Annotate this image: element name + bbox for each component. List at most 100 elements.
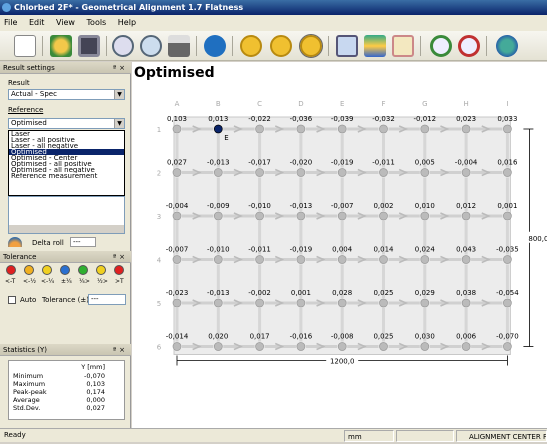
reference-select[interactable]: Optimised ▼ bbox=[8, 118, 125, 129]
layers-icon[interactable] bbox=[364, 35, 386, 57]
measurement-point bbox=[337, 168, 347, 177]
grid-value: 0,013 bbox=[208, 115, 228, 123]
open-icon[interactable] bbox=[50, 35, 72, 57]
pane-controls[interactable]: ª× bbox=[113, 62, 128, 74]
menu-view[interactable]: View bbox=[56, 15, 75, 31]
chevron-down-icon[interactable]: ▼ bbox=[114, 90, 124, 99]
dim-icon[interactable] bbox=[240, 35, 262, 57]
toolbar-separator bbox=[106, 36, 107, 56]
grid-value: 0,025 bbox=[373, 333, 393, 341]
delta-roll-icon bbox=[8, 237, 22, 247]
row-label: 4 bbox=[157, 257, 162, 265]
auto-checkbox[interactable] bbox=[8, 296, 16, 304]
measurement-point bbox=[379, 255, 388, 264]
globe-icon[interactable] bbox=[496, 35, 518, 57]
measurement-point bbox=[172, 168, 182, 177]
grid-value: -0,004 bbox=[166, 202, 189, 210]
pane-controls[interactable]: ª× bbox=[113, 251, 128, 263]
measurement-point bbox=[213, 298, 223, 308]
menu-file[interactable]: File bbox=[4, 15, 17, 31]
grid-value: 0,002 bbox=[373, 202, 393, 210]
measurement-point bbox=[255, 124, 264, 134]
measurement-point bbox=[420, 168, 430, 177]
statistics-col-header: Y [mm] bbox=[81, 363, 105, 371]
reference-dropdown: Laser Laser - all positive Laser - all n… bbox=[8, 130, 125, 196]
status-bar: Ready mm ALIGNMENT CENTER Fla bbox=[0, 428, 547, 442]
grid-value: -0,002 bbox=[248, 289, 271, 297]
info-icon[interactable] bbox=[204, 35, 226, 57]
menu-tools[interactable]: Tools bbox=[87, 15, 107, 31]
table-icon[interactable] bbox=[392, 35, 414, 57]
res-icon[interactable] bbox=[299, 34, 323, 58]
grid-value: -0,019 bbox=[290, 246, 313, 254]
measurement-point bbox=[337, 298, 347, 308]
measurement-point bbox=[172, 211, 182, 221]
height-dimension: 800,0 bbox=[528, 235, 547, 243]
measurement-point bbox=[172, 298, 182, 308]
grid-value: 0,006 bbox=[456, 333, 477, 341]
measurement-point bbox=[172, 124, 182, 134]
measurement-point bbox=[420, 342, 430, 351]
stat-label: Minimum bbox=[13, 372, 44, 380]
tolerance-label: <-T bbox=[5, 278, 16, 285]
stat-value: -0,070 bbox=[84, 372, 105, 380]
grid-value: -0,013 bbox=[207, 159, 230, 167]
menu-edit[interactable]: Edit bbox=[29, 15, 45, 31]
measurement-point bbox=[255, 342, 264, 351]
grid-value: -0,013 bbox=[290, 202, 313, 210]
app-icon bbox=[2, 3, 11, 12]
statistics-table: Y [mm] Minimum -0,070 Maximum 0,103 Peak-p… bbox=[8, 360, 125, 420]
print-icon[interactable] bbox=[168, 35, 190, 57]
pane-controls[interactable]: ª× bbox=[113, 344, 128, 356]
new-icon[interactable] bbox=[14, 35, 36, 57]
reference-select-value: Optimised bbox=[11, 119, 47, 127]
tolerance-label: <-¼ bbox=[41, 278, 55, 285]
zoom-out-icon[interactable] bbox=[458, 35, 480, 57]
grid-value: -0,010 bbox=[207, 246, 230, 254]
grid-value: 0,001 bbox=[497, 202, 517, 210]
status-ready: Ready bbox=[4, 431, 26, 439]
tolerance-minus-half-icon bbox=[24, 265, 34, 275]
measurement-point bbox=[213, 211, 223, 221]
chevron-down-icon[interactable]: ▼ bbox=[114, 119, 124, 128]
option-reference-measurement[interactable]: Reference measurement bbox=[9, 173, 124, 179]
status-mode-text: ALIGNMENT CENTER Fla bbox=[469, 433, 547, 441]
left-panel: Result settings ª× Result Actual - Spec … bbox=[0, 62, 131, 428]
toolbar-separator bbox=[486, 36, 487, 56]
preview-icon[interactable] bbox=[140, 35, 162, 57]
tolerance-circles bbox=[0, 265, 131, 279]
zoom-icon[interactable] bbox=[112, 35, 134, 57]
m-icon[interactable] bbox=[270, 35, 292, 57]
grid-value: -0,010 bbox=[248, 202, 271, 210]
result-select[interactable]: Actual - Spec ▼ bbox=[8, 89, 125, 100]
measurement-point bbox=[296, 124, 306, 134]
horizontal-scrollbar[interactable] bbox=[9, 225, 124, 233]
grid-value: 0,027 bbox=[167, 159, 187, 167]
zoom-in-icon[interactable] bbox=[430, 35, 452, 57]
save-icon[interactable] bbox=[78, 35, 100, 57]
grid-value: -0,022 bbox=[248, 115, 271, 123]
grid-value: 0,024 bbox=[415, 246, 436, 254]
tolerance-minus-quarter-icon bbox=[42, 265, 52, 275]
menu-help[interactable]: Help bbox=[118, 15, 136, 31]
delta-roll-field[interactable]: --- bbox=[70, 237, 96, 247]
tolerance-input[interactable]: --- bbox=[88, 294, 126, 305]
stat-value: 0,174 bbox=[86, 388, 105, 396]
measurement-point bbox=[420, 298, 430, 308]
tolerance-title: Tolerance bbox=[3, 253, 37, 261]
table-row: Maximum 0,103 bbox=[9, 380, 126, 388]
grid-value: -0,009 bbox=[207, 202, 230, 210]
column-label: A bbox=[175, 100, 180, 108]
column-label: F bbox=[381, 100, 385, 108]
ruler-icon[interactable] bbox=[336, 35, 358, 57]
flatness-grid[interactable]: A B C D E F G H I 1 2 3 4 5 6 0,103 0,013 -0,022 -0,036 -0,… bbox=[132, 62, 547, 428]
grid-value: -0,017 bbox=[248, 159, 271, 167]
measurement-point bbox=[172, 255, 182, 264]
statistics-header: Statistics (Y) ª× bbox=[0, 344, 131, 356]
grid-value: 0,014 bbox=[373, 246, 394, 254]
tolerance-label: >T bbox=[115, 278, 124, 285]
settings-list[interactable] bbox=[8, 196, 125, 234]
toolbar bbox=[0, 31, 547, 61]
toolbar-separator bbox=[196, 36, 197, 56]
measurement-point bbox=[337, 255, 347, 264]
